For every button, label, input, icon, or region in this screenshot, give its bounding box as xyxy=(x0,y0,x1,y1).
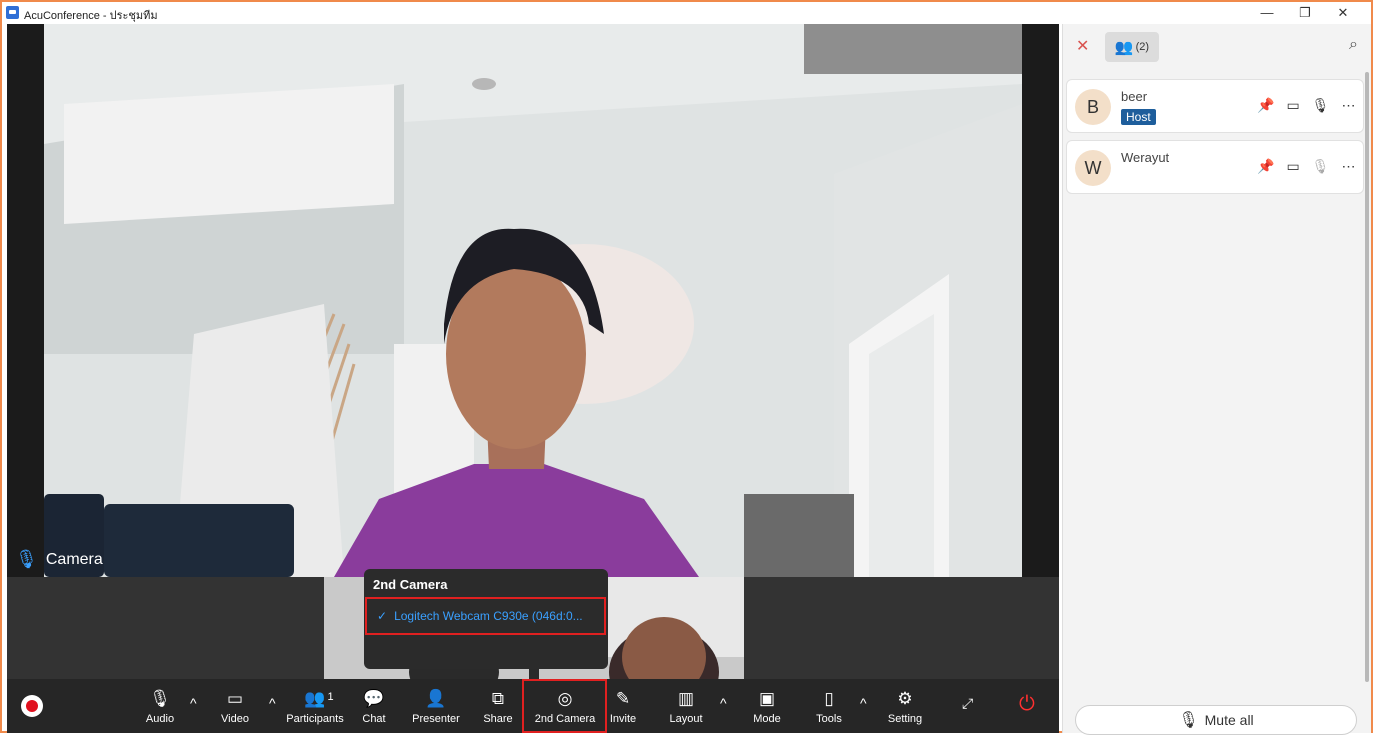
camera-device-option[interactable]: ✓ Logitech Webcam C930e (046d:0... xyxy=(365,597,606,635)
more-options-icon[interactable]: ⋯ xyxy=(1341,97,1355,114)
video-label: Video xyxy=(221,712,249,725)
audio-label: Audio xyxy=(145,712,175,725)
chat-icon: 💬 xyxy=(363,688,385,708)
participants-icon: 👥 xyxy=(1114,39,1134,56)
participants-panel: ✕ 👥 (2) ⌕ B beer Host 📌 ▭ 🎙 ⋯ W Werayut … xyxy=(1062,24,1371,735)
layout-button[interactable]: ▥ Layout xyxy=(667,679,705,733)
participants-tab[interactable]: 👥 (2) xyxy=(1105,32,1159,62)
invite-label: Invite xyxy=(609,712,637,725)
camera-frame-image xyxy=(44,24,1022,577)
invite-icon: ✎ xyxy=(615,688,631,708)
participant-actions: 📌 ▭ 🎙 ⋯ xyxy=(1257,97,1355,114)
video-label-text: Camera xyxy=(45,550,103,568)
mute-all-button[interactable]: 🎙 Mute all xyxy=(1075,705,1357,735)
app-logo-icon xyxy=(6,6,19,19)
share-label: Share xyxy=(483,712,513,725)
participant-row[interactable]: B beer Host 📌 ▭ 🎙 ⋯ xyxy=(1066,79,1364,133)
avatar: W xyxy=(1075,150,1111,186)
tools-button[interactable]: ▯ Tools xyxy=(812,679,846,733)
participants-count-badge: 1 xyxy=(327,690,334,703)
close-panel-icon[interactable]: ✕ xyxy=(1076,36,1089,56)
chat-label: Chat xyxy=(362,712,386,725)
participant-name: Werayut xyxy=(1121,150,1170,165)
video-letterbox-left xyxy=(7,24,44,577)
power-icon[interactable]: ⏻ xyxy=(1019,693,1035,716)
restore-button[interactable]: ❐ xyxy=(1285,2,1325,24)
presenter-label: Presenter xyxy=(412,712,460,725)
video-options-caret[interactable]: ^ xyxy=(269,695,276,711)
gear-icon: ⚙ xyxy=(897,688,913,708)
microphone-icon: 🎙 xyxy=(149,688,171,708)
mode-button[interactable]: ▣ Mode xyxy=(750,679,784,733)
second-camera-menu: 2nd Camera ✓ Logitech Webcam C930e (046d… xyxy=(364,569,608,669)
chat-button[interactable]: 💬 Chat xyxy=(359,679,389,733)
participant-count: (2) xyxy=(1135,41,1150,53)
tools-options-caret[interactable]: ^ xyxy=(860,695,867,711)
microphone-muted-icon[interactable]: 🎙 xyxy=(1312,158,1330,175)
video-camera-icon: ▭ xyxy=(226,688,244,708)
mode-label: Mode xyxy=(753,712,781,725)
record-button[interactable] xyxy=(21,695,43,717)
avatar: B xyxy=(1075,89,1111,125)
layout-options-caret[interactable]: ^ xyxy=(720,695,727,711)
microphone-icon: 🎙 xyxy=(1178,712,1199,729)
participant-row[interactable]: W Werayut 📌 ▭ 🎙 ⋯ xyxy=(1066,140,1364,194)
layout-icon: ▥ xyxy=(677,688,695,708)
participants-label: Participants xyxy=(286,712,344,725)
participant-actions: 📌 ▭ 🎙 ⋯ xyxy=(1257,158,1355,175)
tools-label: Tools xyxy=(816,712,842,725)
search-icon[interactable]: ⌕ xyxy=(1349,36,1358,54)
presenter-button[interactable]: 👤 Presenter xyxy=(410,679,462,733)
setting-button[interactable]: ⚙ Setting xyxy=(883,679,927,733)
audio-options-caret[interactable]: ^ xyxy=(190,695,197,711)
mute-all-label: Mute all xyxy=(1204,712,1254,728)
window-title: AcuConference - ประชุมทีม xyxy=(24,10,158,22)
tools-icon: ▯ xyxy=(824,688,834,708)
host-badge: Host xyxy=(1121,109,1156,125)
video-label: 🎙 Camera xyxy=(15,549,103,570)
pin-icon[interactable]: 📌 xyxy=(1257,97,1274,114)
video-letterbox-right xyxy=(1022,24,1059,577)
check-icon: ✓ xyxy=(377,609,388,623)
share-button[interactable]: ⧉ Share xyxy=(481,679,515,733)
participants-icon: 👥 1 xyxy=(304,688,333,710)
fullscreen-icon[interactable]: ⤢ xyxy=(962,695,973,712)
participant-name: beer xyxy=(1121,89,1148,104)
second-camera-label: 2nd Camera xyxy=(534,712,596,725)
more-options-icon[interactable]: ⋯ xyxy=(1341,158,1355,175)
participants-button[interactable]: 👥 1 Participants xyxy=(283,679,347,733)
microphone-icon: 🎙 xyxy=(15,549,38,569)
video-camera-icon[interactable]: ▭ xyxy=(1286,158,1299,175)
mode-icon: ▣ xyxy=(758,688,776,708)
panel-scrollbar[interactable] xyxy=(1365,72,1369,682)
app-window: AcuConference - ประชุมทีม — ❐ ✕ 🎙 Camera… xyxy=(0,0,1373,735)
pin-icon[interactable]: 📌 xyxy=(1257,158,1274,175)
screen-share-icon: ⧉ xyxy=(491,688,505,708)
minimize-button[interactable]: — xyxy=(1247,2,1287,24)
main-video-feed xyxy=(44,24,1022,577)
camera-device-name: Logitech Webcam C930e (046d:0... xyxy=(394,609,583,623)
presenter-icon: 👤 xyxy=(425,688,447,708)
close-button[interactable]: ✕ xyxy=(1323,2,1363,24)
audio-button[interactable]: 🎙 Audio xyxy=(143,679,177,733)
microphone-icon[interactable]: 🎙 xyxy=(1312,97,1330,114)
second-camera-menu-title: 2nd Camera xyxy=(373,577,448,592)
webcam-icon: ◎ xyxy=(557,688,573,708)
meeting-toolbar: 🎙 Audio ^ ▭ Video ^ 👥 1 Participants 💬 Ch… xyxy=(7,679,1059,733)
invite-button[interactable]: ✎ Invite xyxy=(608,679,638,733)
second-camera-button[interactable]: ◎ 2nd Camera xyxy=(525,679,605,733)
setting-label: Setting xyxy=(887,712,923,725)
title-bar: AcuConference - ประชุมทีม — ❐ ✕ xyxy=(2,2,1371,24)
layout-label: Layout xyxy=(669,712,703,725)
video-button[interactable]: ▭ Video xyxy=(218,679,252,733)
video-camera-icon[interactable]: ▭ xyxy=(1286,97,1299,114)
